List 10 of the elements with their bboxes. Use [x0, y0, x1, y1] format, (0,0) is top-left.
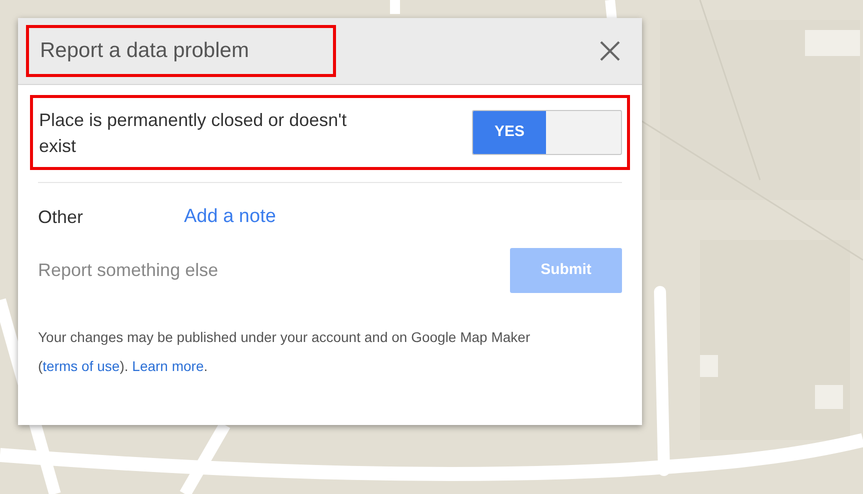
add-note-link[interactable]: Add a note	[184, 202, 276, 232]
yes-toggle[interactable]: YES	[472, 110, 622, 155]
other-label: Other	[38, 206, 84, 228]
closed-place-label: Place is permanently closed or doesn't exist	[39, 108, 348, 158]
terms-link[interactable]: terms of use	[42, 358, 120, 374]
close-icon	[599, 40, 621, 62]
footer-text: Your changes may be published under your account and on Google Map Maker (terms of use). Learn more.	[37, 328, 532, 376]
learn-more-link[interactable]: Learn more	[132, 358, 204, 374]
dialog-title: Report a data problem	[40, 38, 249, 64]
report-else-label: Report something else	[38, 259, 218, 282]
